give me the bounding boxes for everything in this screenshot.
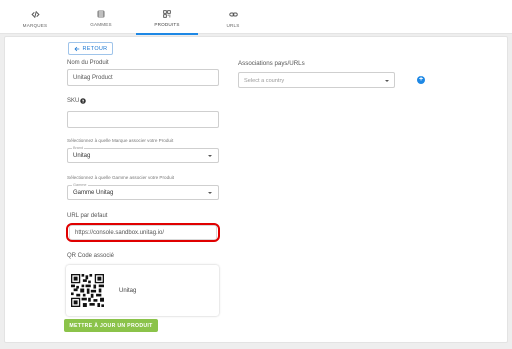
default-url-value: https://console.sandbox.unitag.io/ [75,229,165,236]
update-product-button[interactable]: METTRE À JOUR UN PRODUIT [64,319,158,332]
tab-gammes[interactable]: GAMMES [68,0,134,34]
qr-code-icon [163,10,171,18]
qr-code-image [71,274,104,307]
brand-legend: Brand [72,146,85,150]
chevron-down-icon [208,155,212,157]
link-icon [228,12,238,17]
back-button[interactable]: RETOUR [68,42,113,55]
tab-produits[interactable]: PRODUITS [134,0,200,35]
tab-marques[interactable]: MARQUES [2,0,68,34]
product-name-value: Unitag Product [73,74,113,81]
qr-code-label: QR Code associé [67,253,115,259]
code-icon [30,11,40,18]
tab-produits-label: PRODUITS [154,22,180,27]
top-navigation: MARQUES GAMMES PRODUITS URLS [0,0,512,35]
product-name-label: Nom du Produit [67,60,109,66]
brand-prompt: Sélectionnez à quelle Marque associer vo… [67,138,174,143]
tab-marques-label: MARQUES [22,23,48,28]
qr-code-name: Unitag [119,288,137,294]
country-select-placeholder: Select a country [244,77,285,84]
list-box-icon [97,10,105,18]
brand-select[interactable]: Brand Unitag [67,146,219,163]
default-url-input[interactable]: https://console.sandbox.unitag.io/ [69,225,217,240]
gamme-select[interactable]: Gamme Gamme Unitag [67,183,219,200]
brand-value: Unitag [73,153,91,159]
chevron-down-icon [208,192,212,194]
sku-label: SKU [67,98,80,104]
sku-input[interactable] [67,111,219,128]
help-circle-icon[interactable] [80,98,87,104]
back-button-label: RETOUR [82,45,108,52]
url-label: URL par defaut [67,213,108,219]
gamme-value: Gamme Unitag [73,190,114,196]
chevron-down-icon [385,79,389,82]
add-association-button[interactable]: + [417,76,425,84]
tab-urls[interactable]: URLS [200,0,266,34]
associations-title: Associations pays/URLs [238,60,305,67]
tab-urls-label: URLS [226,23,240,28]
tab-gammes-label: GAMMES [90,22,112,27]
sku-label-row: SKU [67,98,87,104]
product-name-input[interactable]: Unitag Product [67,69,219,86]
gamme-prompt: Sélectionnez à quelle Gamme associer vot… [67,175,174,180]
arrow-left-icon [74,46,79,51]
country-select[interactable]: Select a country [238,72,395,88]
qr-code-card: Unitag [66,265,219,316]
gamme-legend: Gamme [72,183,88,187]
